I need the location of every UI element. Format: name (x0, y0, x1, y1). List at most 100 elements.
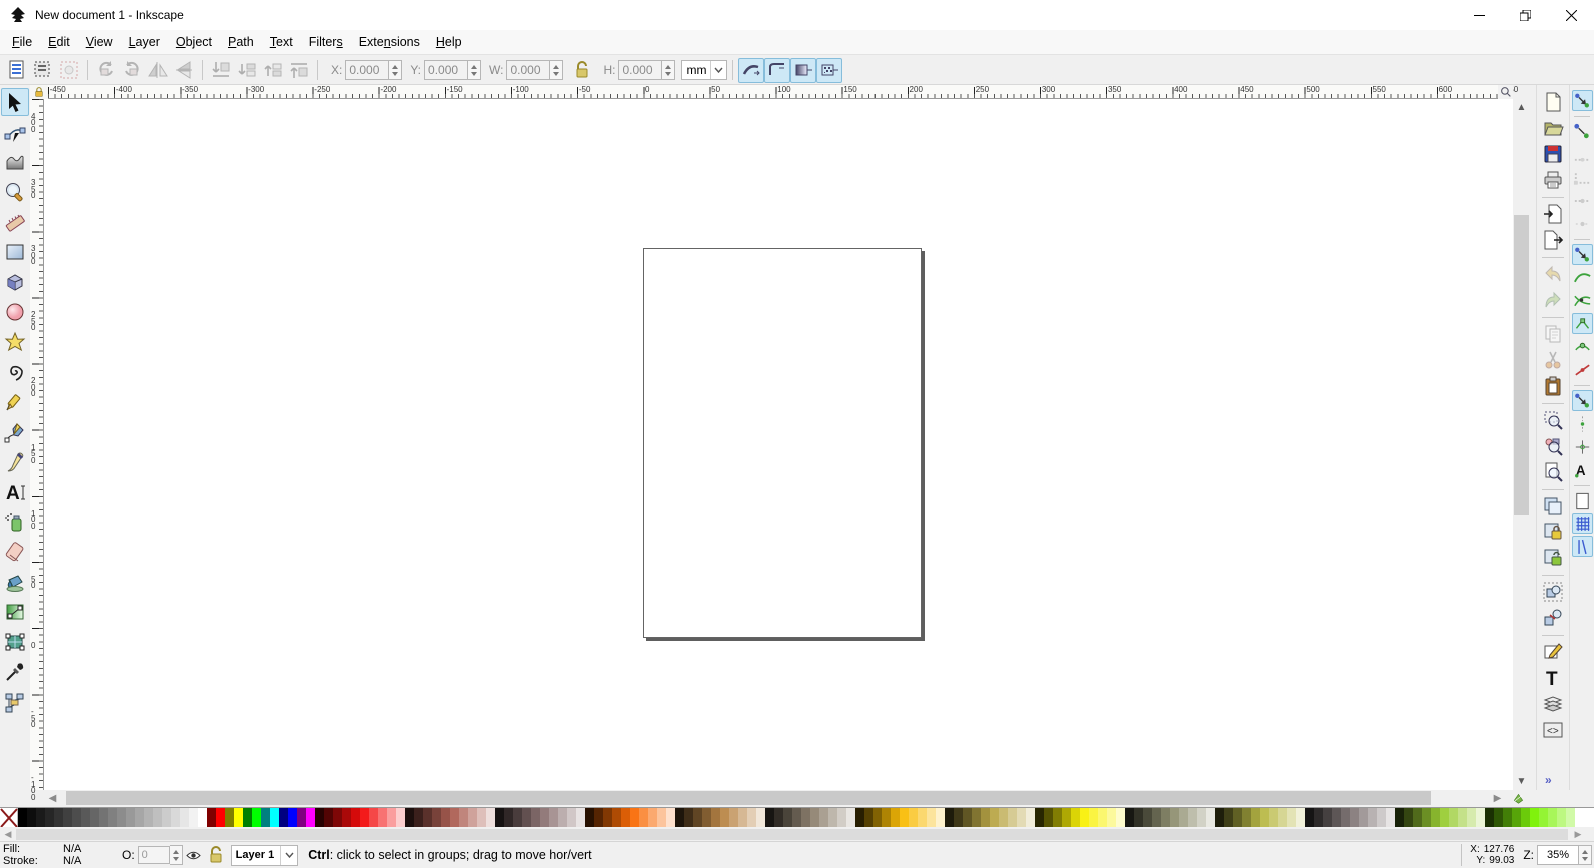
color-swatch[interactable] (198, 808, 207, 827)
color-swatch[interactable] (972, 808, 981, 827)
color-swatch[interactable] (666, 808, 675, 827)
color-swatch[interactable] (180, 808, 189, 827)
y-spinner[interactable] (468, 60, 482, 80)
move-gradients-toggle-button[interactable] (790, 57, 817, 83)
color-swatch[interactable] (927, 808, 936, 827)
color-swatch[interactable] (639, 808, 648, 827)
color-swatch[interactable] (1071, 808, 1080, 827)
menu-view[interactable]: View (78, 31, 121, 53)
color-swatch[interactable] (1287, 808, 1296, 827)
color-swatch[interactable] (306, 808, 315, 827)
color-swatch[interactable] (1467, 808, 1476, 827)
color-swatch[interactable] (729, 808, 738, 827)
color-swatch[interactable] (558, 808, 567, 827)
zoom-to-selection-button[interactable] (1541, 408, 1565, 432)
color-swatch[interactable] (441, 808, 450, 827)
ungroup-objects-button[interactable] (1541, 606, 1565, 630)
color-swatch[interactable] (1017, 808, 1026, 827)
import-image-button[interactable] (1541, 202, 1565, 226)
snap-page-border-toggle[interactable] (1572, 490, 1593, 511)
color-swatch[interactable] (252, 808, 261, 827)
color-swatch[interactable] (1449, 808, 1458, 827)
color-swatch[interactable] (1269, 808, 1278, 827)
lower-to-bottom-button[interactable] (208, 58, 234, 83)
text-font-dialog-button[interactable]: T (1541, 666, 1565, 690)
w-input[interactable] (506, 60, 551, 80)
snap-bbox-edge-midpoints-toggle[interactable] (1572, 190, 1593, 211)
snap-bbox-centers-toggle[interactable] (1572, 213, 1593, 234)
color-swatch[interactable] (1035, 808, 1044, 827)
group-objects-button[interactable] (1541, 580, 1565, 604)
color-swatch[interactable] (432, 808, 441, 827)
color-swatch[interactable] (981, 808, 990, 827)
color-swatch[interactable] (1323, 808, 1332, 827)
color-swatch[interactable] (828, 808, 837, 827)
menu-path[interactable]: Path (220, 31, 262, 53)
color-swatch[interactable] (81, 808, 90, 827)
color-swatch[interactable] (36, 808, 45, 827)
snap-to-cusp-nodes-toggle[interactable] (1572, 313, 1593, 334)
color-swatch[interactable] (468, 808, 477, 827)
scroll-left-icon[interactable]: ◀ (44, 790, 61, 806)
swatch-none[interactable] (0, 808, 18, 827)
snap-enable-toggle[interactable] (1572, 90, 1593, 111)
color-swatch[interactable] (333, 808, 342, 827)
flip-horizontal-button[interactable] (145, 58, 171, 83)
color-swatch[interactable] (738, 808, 747, 827)
color-swatch[interactable] (1134, 808, 1143, 827)
zoom-to-page-button[interactable] (1541, 460, 1565, 484)
export-image-button[interactable] (1541, 228, 1565, 252)
scale-stroke-toggle-button[interactable] (738, 57, 765, 83)
color-swatch[interactable] (864, 808, 873, 827)
color-swatch[interactable] (207, 808, 216, 827)
color-swatch[interactable] (1197, 808, 1206, 827)
color-swatch[interactable] (108, 808, 117, 827)
color-swatch[interactable] (630, 808, 639, 827)
redo-button[interactable] (1541, 288, 1565, 312)
x-spinner[interactable] (389, 60, 403, 80)
color-swatch[interactable] (1098, 808, 1107, 827)
color-swatch[interactable] (1233, 808, 1242, 827)
snap-nodes-paths-handles-toggle[interactable] (1572, 244, 1593, 265)
snap-bounding-box-toggle[interactable] (1572, 121, 1593, 142)
open-document-button[interactable] (1541, 116, 1565, 140)
w-spinner[interactable] (550, 60, 564, 80)
color-swatch[interactable] (1314, 808, 1323, 827)
color-swatch[interactable] (810, 808, 819, 827)
color-swatch[interactable] (315, 808, 324, 827)
color-swatch[interactable] (234, 808, 243, 827)
color-swatch[interactable] (1044, 808, 1053, 827)
color-swatch[interactable] (846, 808, 855, 827)
dropper-tool[interactable] (1, 658, 29, 686)
snap-bbox-edges-toggle[interactable] (1572, 144, 1593, 165)
color-swatch[interactable] (1530, 808, 1539, 827)
zoom-to-drawing-button[interactable] (1541, 434, 1565, 458)
snap-to-path-intersections-toggle[interactable] (1572, 290, 1593, 311)
lower-one-step-button[interactable] (234, 58, 260, 83)
h-spinner[interactable] (662, 60, 676, 80)
undo-button[interactable] (1541, 262, 1565, 286)
connector-tool[interactable] (1, 688, 29, 716)
vertical-scrollbar[interactable]: ▲ ▼ (1513, 99, 1530, 790)
menu-file[interactable]: File (4, 31, 40, 53)
calligraphy-tool[interactable] (1, 448, 29, 476)
color-swatch[interactable] (486, 808, 495, 827)
select-all-layers-button[interactable] (30, 58, 56, 83)
color-swatch[interactable] (1395, 808, 1404, 827)
menu-filters[interactable]: Filters (301, 31, 351, 53)
color-swatch[interactable] (990, 808, 999, 827)
snap-text-anchors-toggle[interactable]: A (1572, 459, 1593, 480)
color-swatch[interactable] (1026, 808, 1035, 827)
color-swatch[interactable] (225, 808, 234, 827)
bezier-pen-tool[interactable] (1, 418, 29, 446)
color-swatch[interactable] (1152, 808, 1161, 827)
color-swatch[interactable] (1161, 808, 1170, 827)
color-swatch[interactable] (909, 808, 918, 827)
tweak-tool[interactable] (1, 148, 29, 176)
color-swatch[interactable] (711, 808, 720, 827)
scroll-right-icon[interactable]: ▶ (1489, 790, 1506, 806)
color-swatch[interactable] (1359, 808, 1368, 827)
color-swatch[interactable] (54, 808, 63, 827)
color-swatch[interactable] (216, 808, 225, 827)
y-input[interactable] (424, 60, 469, 80)
